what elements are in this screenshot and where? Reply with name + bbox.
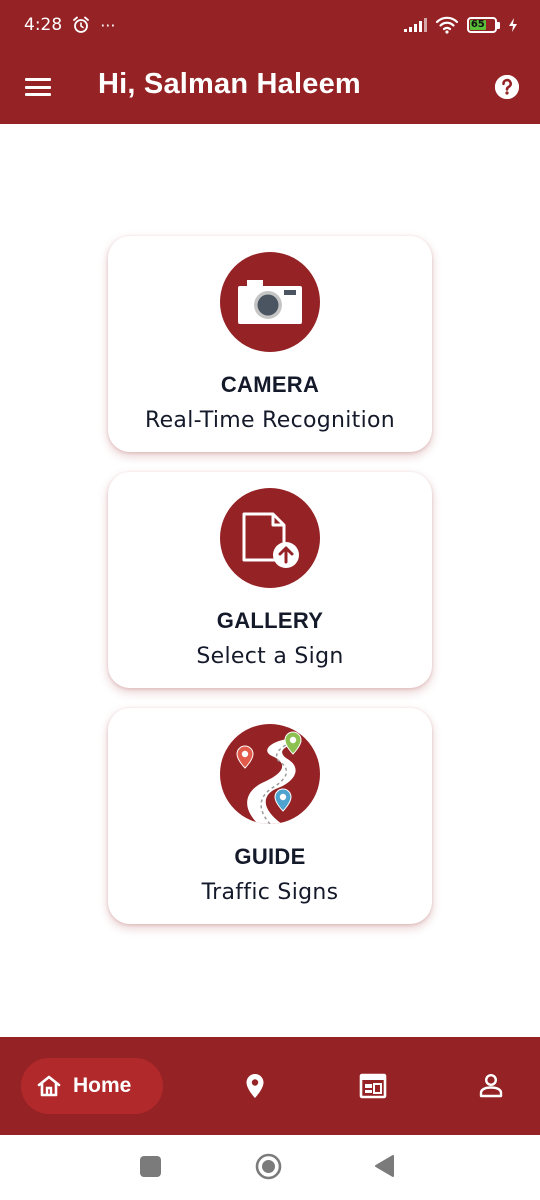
status-right: 65 xyxy=(403,16,518,34)
gallery-card[interactable]: GALLERY Select a Sign xyxy=(108,472,432,688)
app-screen: 4:28 ··· 65 Hi, Salman Haleem CAMERA Rea… xyxy=(0,0,540,1200)
status-left: 4:28 ··· xyxy=(24,15,115,35)
card-subtitle: Traffic Signs xyxy=(201,880,339,905)
battery-level: 65 xyxy=(470,19,485,30)
more-indicator: ··· xyxy=(100,15,116,35)
battery-tip xyxy=(497,21,500,29)
camera-icon xyxy=(220,252,320,352)
card-title: GUIDE xyxy=(234,844,306,869)
help-icon[interactable] xyxy=(494,74,520,100)
road-map-icon xyxy=(220,724,320,824)
system-home-button[interactable] xyxy=(255,1153,282,1180)
location-pin-icon[interactable] xyxy=(241,1072,269,1100)
hamburger-menu-icon[interactable] xyxy=(24,74,52,100)
alarm-icon xyxy=(73,16,90,33)
status-time: 4:28 xyxy=(24,15,63,35)
charging-icon xyxy=(509,18,517,32)
card-subtitle: Real-Time Recognition xyxy=(144,408,396,433)
bottom-nav: Home xyxy=(0,1037,540,1135)
app-bar: Hi, Salman Haleem xyxy=(0,50,540,124)
battery-body: 65 xyxy=(467,17,497,33)
menu-line xyxy=(25,93,51,96)
system-nav-bar xyxy=(0,1135,540,1200)
card-title: GALLERY xyxy=(216,608,324,633)
profile-icon[interactable] xyxy=(477,1072,505,1100)
back-button[interactable] xyxy=(373,1154,395,1178)
home-icon xyxy=(37,1075,61,1097)
battery-fill: 65 xyxy=(470,20,486,30)
card-subtitle: Select a Sign xyxy=(196,644,344,669)
status-bar: 4:28 ··· 65 xyxy=(0,0,540,50)
nav-home-button[interactable]: Home xyxy=(21,1058,163,1114)
menu-line xyxy=(25,78,51,81)
signal-icon xyxy=(404,18,427,32)
nav-home-label: Home xyxy=(73,1074,132,1097)
battery-icon: 65 xyxy=(467,17,500,33)
card-title: CAMERA xyxy=(220,372,320,397)
calendar-icon[interactable] xyxy=(359,1072,387,1100)
greeting-title: Hi, Salman Haleem xyxy=(98,68,361,100)
wifi-icon xyxy=(435,16,459,34)
camera-card[interactable]: CAMERA Real-Time Recognition xyxy=(108,236,432,452)
recent-apps-button[interactable] xyxy=(140,1156,161,1177)
menu-line xyxy=(25,85,51,89)
file-upload-icon xyxy=(220,488,320,588)
guide-card[interactable]: GUIDE Traffic Signs xyxy=(108,708,432,924)
